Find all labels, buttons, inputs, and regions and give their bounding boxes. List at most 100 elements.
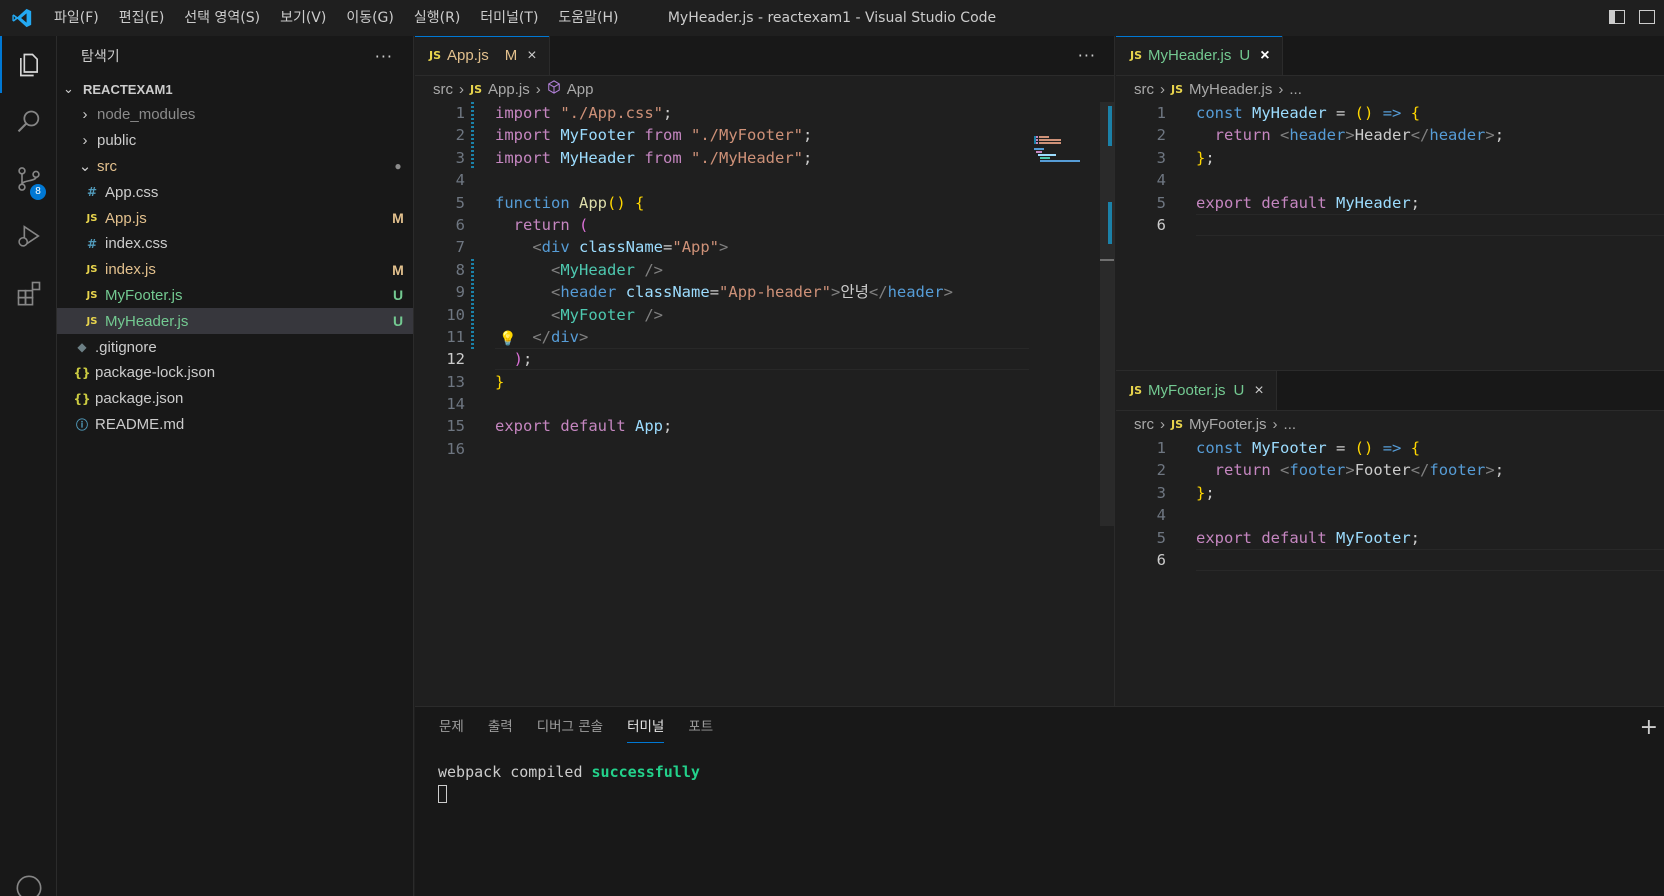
breadcrumb-item[interactable]: MyHeader.js (1189, 81, 1272, 98)
tab-myheader-js[interactable]: JS MyHeader.js U × (1116, 36, 1283, 75)
terminal-output[interactable]: webpack compiled successfully (415, 747, 1664, 807)
breadcrumb-item[interactable]: src (1134, 416, 1154, 433)
tree-item-public[interactable]: › public (57, 128, 413, 154)
close-icon[interactable]: × (1260, 47, 1269, 65)
tree-item-readme-md[interactable]: ⓘ README.md (57, 412, 413, 438)
js-file-icon: JS (86, 264, 98, 276)
breadcrumb-item[interactable]: src (433, 81, 453, 98)
tree-item-label: App.js (105, 209, 147, 227)
tree-item-label: MyHeader.js (105, 312, 189, 330)
line-number: 12 (446, 350, 465, 369)
js-file-icon: JS (1171, 417, 1184, 431)
breadcrumb-item[interactable]: src (1134, 81, 1154, 98)
line-number: 2 (1156, 461, 1166, 480)
tree-item-myfooter-js[interactable]: JS MyFooter.js U (57, 283, 413, 309)
tab-bar: JS MyFooter.js U × (1116, 371, 1664, 411)
new-terminal-plus-icon[interactable]: + (1640, 715, 1658, 740)
tree-item-node-modules[interactable]: › node_modules (57, 102, 413, 128)
editor-group-left: JS App.js M × ··· src › JS App.js › App … (415, 36, 1115, 706)
tree-item-label: App.css (105, 183, 159, 201)
search-icon[interactable] (0, 93, 57, 150)
tree-item-app-css[interactable]: # App.css (57, 179, 413, 205)
tree-item-package-json[interactable]: {} package.json (57, 386, 413, 412)
vscode-logo-icon (0, 0, 44, 36)
tree-item-label: package-lock.json (95, 364, 216, 382)
toggle-sidebar-icon[interactable] (1608, 8, 1626, 26)
tab-label: MyFooter.js (1148, 382, 1226, 399)
title-bar: 파일(F) 편집(E) 선택 영역(S) 보기(V) 이동(G) 실행(R) 터… (0, 0, 1664, 36)
code-editor-myfooter-js[interactable]: 1 const MyFooter = () => { 2 return <foot… (1116, 437, 1664, 572)
line-number: 15 (446, 417, 465, 436)
breadcrumb-item[interactable]: App.js (488, 81, 530, 98)
tree-item-package-lock-json[interactable]: {} package-lock.json (57, 360, 413, 386)
menu-help[interactable]: 도움말(H) (548, 0, 628, 36)
breadcrumb-item[interactable]: MyFooter.js (1189, 416, 1267, 433)
vertical-scrollbar[interactable] (1100, 102, 1114, 526)
line-number: 4 (455, 171, 465, 190)
tab-output[interactable]: 출력 (476, 707, 525, 747)
menu-file[interactable]: 파일(F) (44, 0, 109, 36)
line-number: 6 (1156, 215, 1166, 234)
json-file-icon: {} (73, 391, 91, 406)
tree-item-gitignore[interactable]: ◆ .gitignore (57, 334, 413, 360)
tree-item-index-js[interactable]: JS index.js M (57, 257, 413, 283)
layout-controls (1608, 8, 1656, 26)
lightbulb-icon[interactable]: 💡 (499, 328, 516, 350)
extensions-icon[interactable] (0, 264, 57, 321)
more-actions-icon[interactable]: ··· (1078, 46, 1096, 65)
tab-debug-console[interactable]: 디버그 콘솔 (525, 707, 615, 747)
activity-bar: 8 (0, 36, 57, 896)
explorer-sidebar: 탐색기 ··· ⌄ REACTEXAM1 › node_modules › pu… (57, 36, 414, 896)
menu-go[interactable]: 이동(G) (336, 0, 404, 36)
line-number: 1 (1156, 439, 1166, 457)
tab-ports[interactable]: 포트 (676, 707, 725, 747)
modified-dot-icon: ● (394, 159, 402, 174)
scm-badge: 8 (30, 184, 46, 200)
tab-terminal[interactable]: 터미널 (615, 707, 676, 747)
menu-terminal[interactable]: 터미널(T) (470, 0, 548, 36)
tab-problems[interactable]: 문제 (427, 707, 476, 747)
more-actions-icon[interactable]: ··· (375, 47, 393, 66)
menu-view[interactable]: 보기(V) (270, 0, 336, 36)
bottom-panel: 문제 출력 디버그 콘솔 터미널 포트 + webpack compiled s… (415, 706, 1664, 896)
tree-item-myheader-js[interactable]: JS MyHeader.js U (57, 308, 413, 335)
code-editor-app-js[interactable]: 1 import "./App.css"; 2 import MyFooter fr… (415, 102, 1114, 460)
menu-selection[interactable]: 선택 영역(S) (174, 0, 270, 36)
tab-label: App.js (447, 47, 489, 64)
close-icon[interactable]: × (527, 47, 536, 65)
tab-status: U (1233, 382, 1245, 399)
js-file-icon: JS (86, 289, 98, 301)
minimap[interactable] (1034, 136, 1089, 166)
run-debug-icon[interactable] (0, 207, 57, 264)
info-file-icon: ⓘ (75, 417, 88, 432)
js-file-icon: JS (86, 315, 98, 327)
breadcrumb-item[interactable]: App (567, 81, 594, 98)
tree-item-src[interactable]: ⌄ src ● (57, 154, 413, 180)
menu-run[interactable]: 실행(R) (404, 0, 470, 36)
breadcrumb-item[interactable]: ... (1284, 416, 1297, 433)
menu-edit[interactable]: 편집(E) (109, 0, 175, 36)
line-number: 6 (455, 215, 465, 234)
tab-myfooter-js[interactable]: JS MyFooter.js U × (1116, 371, 1277, 410)
explorer-icon[interactable] (0, 36, 57, 93)
close-icon[interactable]: × (1254, 382, 1263, 400)
source-control-icon[interactable]: 8 (0, 150, 57, 207)
tree-item-index-css[interactable]: # index.css (57, 231, 413, 257)
tree-item-app-js[interactable]: JS App.js M (57, 205, 413, 231)
tab-app-js[interactable]: JS App.js M × (415, 36, 550, 75)
css-file-icon: # (86, 185, 98, 200)
line-number: 5 (1156, 193, 1166, 212)
git-status-badge: U (392, 313, 404, 330)
accounts-icon[interactable] (0, 859, 57, 896)
breadcrumb-item[interactable]: ... (1289, 81, 1302, 98)
code-editor-myheader-js[interactable]: 1 const MyHeader = () => { 2 return <head… (1116, 102, 1664, 237)
chevron-right-icon: › (535, 80, 541, 98)
explorer-header: 탐색기 ··· (57, 36, 413, 76)
line-number: 7 (455, 238, 465, 257)
file-tree: › node_modules › public ⌄ src ● # App.cs… (57, 102, 413, 437)
workspace-root[interactable]: ⌄ REACTEXAM1 (57, 76, 413, 102)
tree-item-label: README.md (95, 415, 185, 433)
toggle-panel-icon[interactable] (1638, 8, 1656, 26)
line-number: 16 (446, 439, 465, 458)
line-number: 3 (455, 148, 465, 167)
